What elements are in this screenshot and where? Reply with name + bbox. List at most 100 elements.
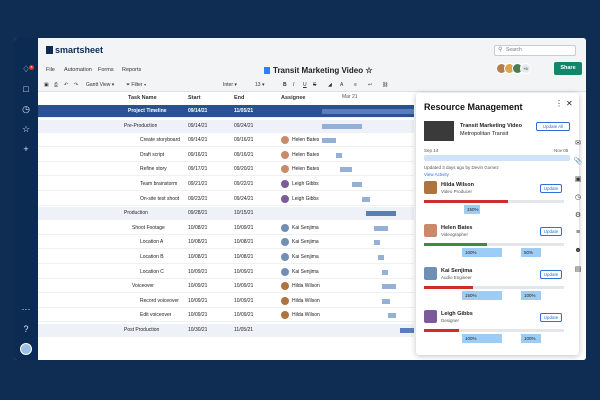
undo-icon[interactable]: ↶	[64, 82, 68, 88]
task-name-cell[interactable]: Pre-Production	[124, 120, 157, 132]
end-cell[interactable]: 10/15/21	[234, 207, 253, 219]
end-cell[interactable]: 11/05/21	[234, 105, 253, 117]
report-icon[interactable]: ▤	[573, 265, 583, 275]
task-name-cell[interactable]: Record voiceover	[140, 295, 179, 307]
start-cell[interactable]: 09/21/21	[188, 178, 207, 190]
start-cell[interactable]: 10/30/21	[188, 324, 207, 336]
bold-icon[interactable]: B	[283, 82, 287, 88]
task-name-cell[interactable]: Voiceover	[132, 280, 154, 292]
gantt-bar[interactable]	[382, 298, 390, 304]
end-cell[interactable]: 09/22/21	[234, 178, 253, 190]
update-button[interactable]: Update	[540, 313, 562, 322]
redo-icon[interactable]: ↷	[74, 82, 78, 88]
gantt-bar[interactable]	[378, 255, 384, 260]
align-icon[interactable]: ≡	[354, 82, 357, 88]
assignee-cell[interactable]: Leigh Gibbs	[292, 178, 319, 190]
strikethrough-icon[interactable]: S	[313, 82, 316, 88]
task-name-cell[interactable]: Project Timeline	[128, 105, 167, 117]
gantt-bar[interactable]	[322, 123, 362, 129]
start-cell[interactable]: 09/16/21	[188, 149, 207, 161]
share-button[interactable]: Share	[554, 62, 582, 75]
end-cell[interactable]: 11/05/21	[234, 324, 253, 336]
link-icon[interactable]: ⛓	[382, 82, 388, 88]
task-name-cell[interactable]: Shoot Footage	[132, 222, 165, 234]
col-start[interactable]: Start	[188, 92, 201, 105]
assignee-cell[interactable]: Helen Bates	[292, 163, 319, 175]
start-cell[interactable]: 10/08/21	[188, 236, 207, 248]
gantt-bar[interactable]	[336, 152, 342, 158]
activity-icon[interactable]: ⚙	[573, 211, 583, 221]
avatar[interactable]	[20, 343, 32, 355]
task-name-cell[interactable]: Team brainstorm	[140, 178, 177, 190]
gantt-bar[interactable]	[366, 211, 396, 217]
task-name-cell[interactable]: Location A	[140, 236, 163, 248]
italic-icon[interactable]: I	[293, 82, 294, 88]
start-cell[interactable]: 09/14/21	[188, 134, 207, 146]
clock-icon[interactable]: ◷	[21, 104, 31, 114]
update-button[interactable]: Update	[540, 270, 562, 279]
col-task[interactable]: Task Name	[128, 92, 157, 105]
star-icon[interactable]: ☆	[21, 124, 31, 134]
task-name-cell[interactable]: Edit voiceover	[140, 309, 171, 321]
history-icon[interactable]: ◷	[573, 193, 583, 203]
col-assignee[interactable]: Assignee	[281, 92, 305, 105]
start-cell[interactable]: 10/08/21	[188, 251, 207, 263]
gantt-bar[interactable]	[352, 182, 362, 187]
summary-icon[interactable]: ≡	[573, 229, 583, 239]
gantt-bar[interactable]	[382, 269, 388, 275]
menu-file[interactable]: File	[46, 67, 55, 73]
task-name-cell[interactable]: On-site test shoot	[140, 193, 179, 205]
view-activity-link[interactable]: View Activity	[424, 172, 449, 177]
assignee-cell[interactable]: Kai Senjima	[292, 236, 319, 248]
gantt-bar[interactable]	[362, 196, 370, 202]
update-button[interactable]: Update	[540, 184, 562, 193]
assignee-cell[interactable]: Kai Senjima	[292, 222, 319, 234]
wrap-icon[interactable]: ↩	[368, 82, 372, 88]
end-cell[interactable]: 10/09/21	[234, 280, 253, 292]
task-name-cell[interactable]: Production	[124, 207, 148, 219]
task-name-cell[interactable]: Location B	[140, 251, 164, 263]
col-end[interactable]: End	[234, 92, 244, 105]
assignee-cell[interactable]: Leigh Gibbs	[292, 193, 319, 205]
assignee-cell[interactable]: Kai Senjima	[292, 251, 319, 263]
view-select[interactable]: Gantt View ▾	[86, 82, 114, 88]
fill-color-icon[interactable]: ◢	[328, 82, 332, 88]
start-cell[interactable]: 09/28/21	[188, 207, 207, 219]
start-cell[interactable]: 09/14/21	[188, 105, 207, 117]
assignee-cell[interactable]: Kai Senjima	[292, 266, 319, 278]
start-cell[interactable]: 09/17/21	[188, 163, 207, 175]
task-name-cell[interactable]: Post Production	[124, 324, 159, 336]
assignee-cell[interactable]: Helen Bates	[292, 149, 319, 161]
menu-forms[interactable]: Forms	[98, 67, 114, 73]
save-icon[interactable]: ▣	[44, 82, 49, 88]
end-cell[interactable]: 09/20/21	[234, 163, 253, 175]
more-icon[interactable]: ⋮	[555, 99, 563, 108]
start-cell[interactable]: 10/09/21	[188, 309, 207, 321]
size-select[interactable]: 13 ▾	[255, 82, 264, 88]
print-icon[interactable]: ⎙	[54, 82, 58, 88]
assignee-cell[interactable]: Hilda Wilson	[292, 295, 320, 307]
end-cell[interactable]: 10/08/21	[234, 251, 253, 263]
attachment-icon[interactable]: 📎	[573, 157, 583, 167]
end-cell[interactable]: 09/24/21	[234, 120, 253, 132]
font-select[interactable]: Inter ▾	[223, 82, 237, 88]
end-cell[interactable]: 10/09/21	[234, 266, 253, 278]
start-cell[interactable]: 10/09/21	[188, 266, 207, 278]
start-cell[interactable]: 09/14/21	[188, 120, 207, 132]
task-name-cell[interactable]: Create storyboard	[140, 134, 180, 146]
end-cell[interactable]: 10/09/21	[234, 295, 253, 307]
start-cell[interactable]: 10/08/21	[188, 222, 207, 234]
menu-automation[interactable]: Automation	[64, 67, 92, 73]
proof-icon[interactable]: ▣	[573, 175, 583, 185]
gantt-bar[interactable]	[382, 284, 396, 290]
end-cell[interactable]: 09/24/21	[234, 193, 253, 205]
apps-grid-icon[interactable]: ⋯	[21, 304, 31, 314]
end-cell[interactable]: 09/16/21	[234, 149, 253, 161]
help-icon[interactable]: ?	[21, 324, 31, 334]
end-cell[interactable]: 09/16/21	[234, 134, 253, 146]
filter-button[interactable]: ⏷ Filter ▾	[126, 82, 146, 88]
gantt-bar[interactable]	[400, 328, 414, 333]
task-name-cell[interactable]: Refine story	[140, 163, 167, 175]
update-button[interactable]: Update	[540, 227, 562, 236]
close-icon[interactable]: ✕	[566, 99, 573, 108]
